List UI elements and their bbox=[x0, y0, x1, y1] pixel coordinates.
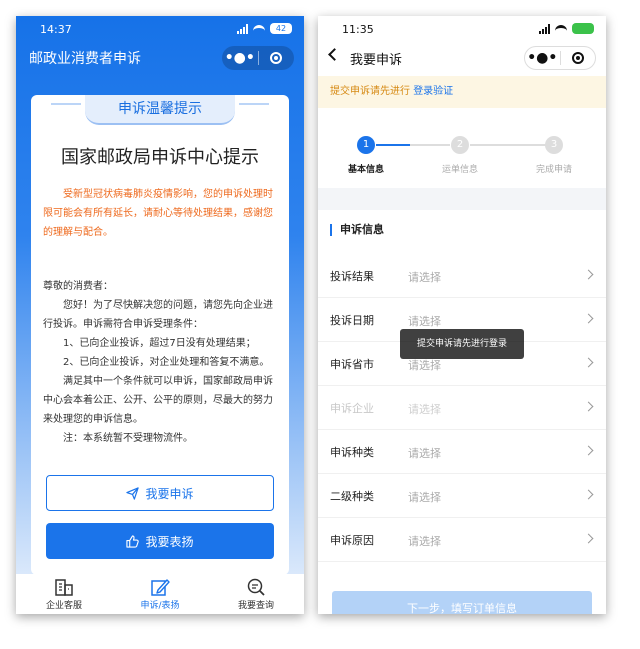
login-toast: 提交申诉请先进行登录 bbox=[400, 329, 524, 359]
tab-complain-praise[interactable]: 申诉/表扬 bbox=[112, 574, 208, 614]
miniprogram-capsule: •●• bbox=[222, 46, 294, 70]
praise-button-label: 我要表扬 bbox=[145, 534, 194, 549]
tab-label: 我要查询 bbox=[237, 600, 274, 611]
step-label: 基本信息 bbox=[347, 165, 384, 175]
more-icon[interactable]: •●• bbox=[222, 48, 258, 68]
section-title: 申诉信息 bbox=[330, 224, 384, 236]
field-placeholder: 请选择 bbox=[408, 315, 441, 328]
field-label: 投诉日期 bbox=[330, 314, 374, 327]
next-step-button[interactable]: 下一步，填写订单信息 bbox=[332, 591, 592, 614]
send-icon bbox=[126, 486, 140, 500]
signal-icon bbox=[539, 23, 550, 34]
paragraph-1: 您好！为了尽快解决您的问题，请您先向企业进行投诉。申诉需符合申诉受理条件： bbox=[43, 300, 273, 330]
tab-label: 申诉/表扬 bbox=[140, 600, 180, 611]
chevron-right-icon bbox=[583, 533, 594, 544]
field-placeholder: 请选择 bbox=[408, 271, 441, 284]
note: 注：本系统暂不受理物流件。 bbox=[63, 433, 193, 444]
chevron-right-icon bbox=[583, 445, 594, 456]
field-label: 申诉省市 bbox=[330, 358, 374, 371]
status-time: 11:35 bbox=[342, 23, 374, 36]
field-placeholder: 请选择 bbox=[408, 359, 441, 372]
condition-2: 2、已向企业投诉，对企业处理和答复不满意。 bbox=[63, 357, 270, 368]
condition-1: 1、已向企业投诉，超过7日没有处理结果； bbox=[63, 338, 256, 349]
greeting: 尊敬的消费者： bbox=[43, 281, 113, 292]
thumbs-up-icon bbox=[126, 534, 140, 548]
paragraph-2: 满足其中一个条件就可以申诉，国家邮政局申诉中心会本着公正、公开、公平的原则，尽最… bbox=[43, 376, 273, 425]
battery-icon: 42 bbox=[270, 23, 292, 34]
complain-button-label: 我要申诉 bbox=[145, 486, 194, 501]
praise-button[interactable]: 我要表扬 bbox=[46, 523, 274, 559]
page-title: 我要申诉 bbox=[350, 53, 403, 68]
close-miniprogram-icon[interactable] bbox=[259, 52, 295, 64]
field-placeholder: 请选择 bbox=[408, 535, 441, 548]
status-time: 14:37 bbox=[40, 23, 72, 36]
status-bar: 11:35 bbox=[318, 16, 606, 42]
app-title: 邮政业消费者申诉 bbox=[29, 51, 141, 67]
field-placeholder: 请选择 bbox=[408, 491, 441, 504]
chevron-right-icon bbox=[583, 269, 594, 280]
step-number: 2 bbox=[451, 136, 469, 154]
close-miniprogram-icon[interactable] bbox=[561, 52, 596, 64]
chevron-right-icon bbox=[583, 489, 594, 500]
notice-body: 尊敬的消费者： 您好！为了尽快解决您的问题，请您先向企业进行投诉。申诉需符合申诉… bbox=[43, 277, 277, 448]
field-complaint-reason[interactable]: 申诉原因 请选择 bbox=[318, 518, 606, 562]
step-basic-info: 1 基本信息 bbox=[326, 136, 406, 175]
complain-button[interactable]: 我要申诉 bbox=[46, 475, 274, 511]
battery-icon bbox=[572, 23, 594, 34]
field-secondary-type[interactable]: 二级种类 请选择 bbox=[318, 474, 606, 518]
step-number: 1 bbox=[357, 136, 375, 154]
step-waybill-info: 2 运单信息 bbox=[420, 136, 500, 175]
field-complaint-type[interactable]: 申诉种类 请选择 bbox=[318, 430, 606, 474]
bottom-tab-bar: 企业客服 申诉/表扬 我要查询 bbox=[16, 574, 304, 614]
field-placeholder: 请选择 bbox=[408, 403, 441, 416]
more-icon[interactable]: •●• bbox=[525, 48, 560, 68]
miniprogram-capsule: •●• bbox=[524, 46, 596, 70]
field-complaint-result[interactable]: 投诉结果 请选择 bbox=[318, 254, 606, 298]
wifi-icon bbox=[555, 24, 567, 33]
field-label: 二级种类 bbox=[330, 490, 374, 503]
edit-icon bbox=[151, 578, 170, 596]
step-indicator: 1 基本信息 2 运单信息 3 完成申请 bbox=[318, 116, 606, 186]
step-number: 3 bbox=[545, 136, 563, 154]
notice-card: 申诉温馨提示 国家邮政局申诉中心提示 受新型冠状病毒肺炎疫情影响，您的申诉处理时… bbox=[31, 95, 289, 575]
tab-enterprise-service[interactable]: 企业客服 bbox=[16, 574, 112, 614]
chevron-right-icon bbox=[583, 313, 594, 324]
step-label: 完成申请 bbox=[535, 165, 572, 175]
tip-text: 提交申诉请先进行 bbox=[330, 86, 410, 97]
step-label: 运单信息 bbox=[441, 165, 478, 175]
field-placeholder: 请选择 bbox=[408, 447, 441, 460]
building-icon bbox=[55, 578, 73, 596]
search-icon bbox=[247, 578, 265, 596]
right-phone-screen: 11:35 我要申诉 •●• 提交申诉请先进行 登录验证 1 基本信息 2 运单… bbox=[318, 16, 606, 614]
field-label: 申诉种类 bbox=[330, 446, 374, 459]
wifi-icon bbox=[253, 24, 265, 33]
field-label: 投诉结果 bbox=[330, 270, 374, 283]
epidemic-notice: 受新型冠状病毒肺炎疫情影响，您的申诉处理时限可能会有所有延长，请耐心等待处理结果… bbox=[43, 189, 273, 238]
card-ribbon: 申诉温馨提示 bbox=[51, 95, 269, 125]
tab-query[interactable]: 我要查询 bbox=[208, 574, 304, 614]
field-label: 申诉企业 bbox=[330, 402, 374, 415]
left-phone-screen: 14:37 42 邮政业消费者申诉 •●• 申诉温馨提示 国家邮政局申诉中心提示… bbox=[16, 16, 304, 614]
back-arrow-icon[interactable] bbox=[328, 48, 341, 61]
status-bar: 14:37 42 bbox=[16, 16, 304, 42]
field-enterprise[interactable]: 申诉企业 请选择 bbox=[318, 386, 606, 430]
tab-label: 企业客服 bbox=[45, 600, 82, 611]
login-verify-link[interactable]: 登录验证 bbox=[413, 86, 453, 97]
signal-icon bbox=[237, 23, 248, 34]
divider-band bbox=[318, 188, 606, 210]
chevron-right-icon bbox=[583, 357, 594, 368]
login-tip-bar: 提交申诉请先进行 登录验证 bbox=[318, 76, 606, 108]
chevron-right-icon bbox=[583, 401, 594, 412]
step-complete: 3 完成申请 bbox=[514, 136, 594, 175]
field-label: 申诉原因 bbox=[330, 534, 374, 547]
card-title: 国家邮政局申诉中心提示 bbox=[61, 147, 259, 168]
